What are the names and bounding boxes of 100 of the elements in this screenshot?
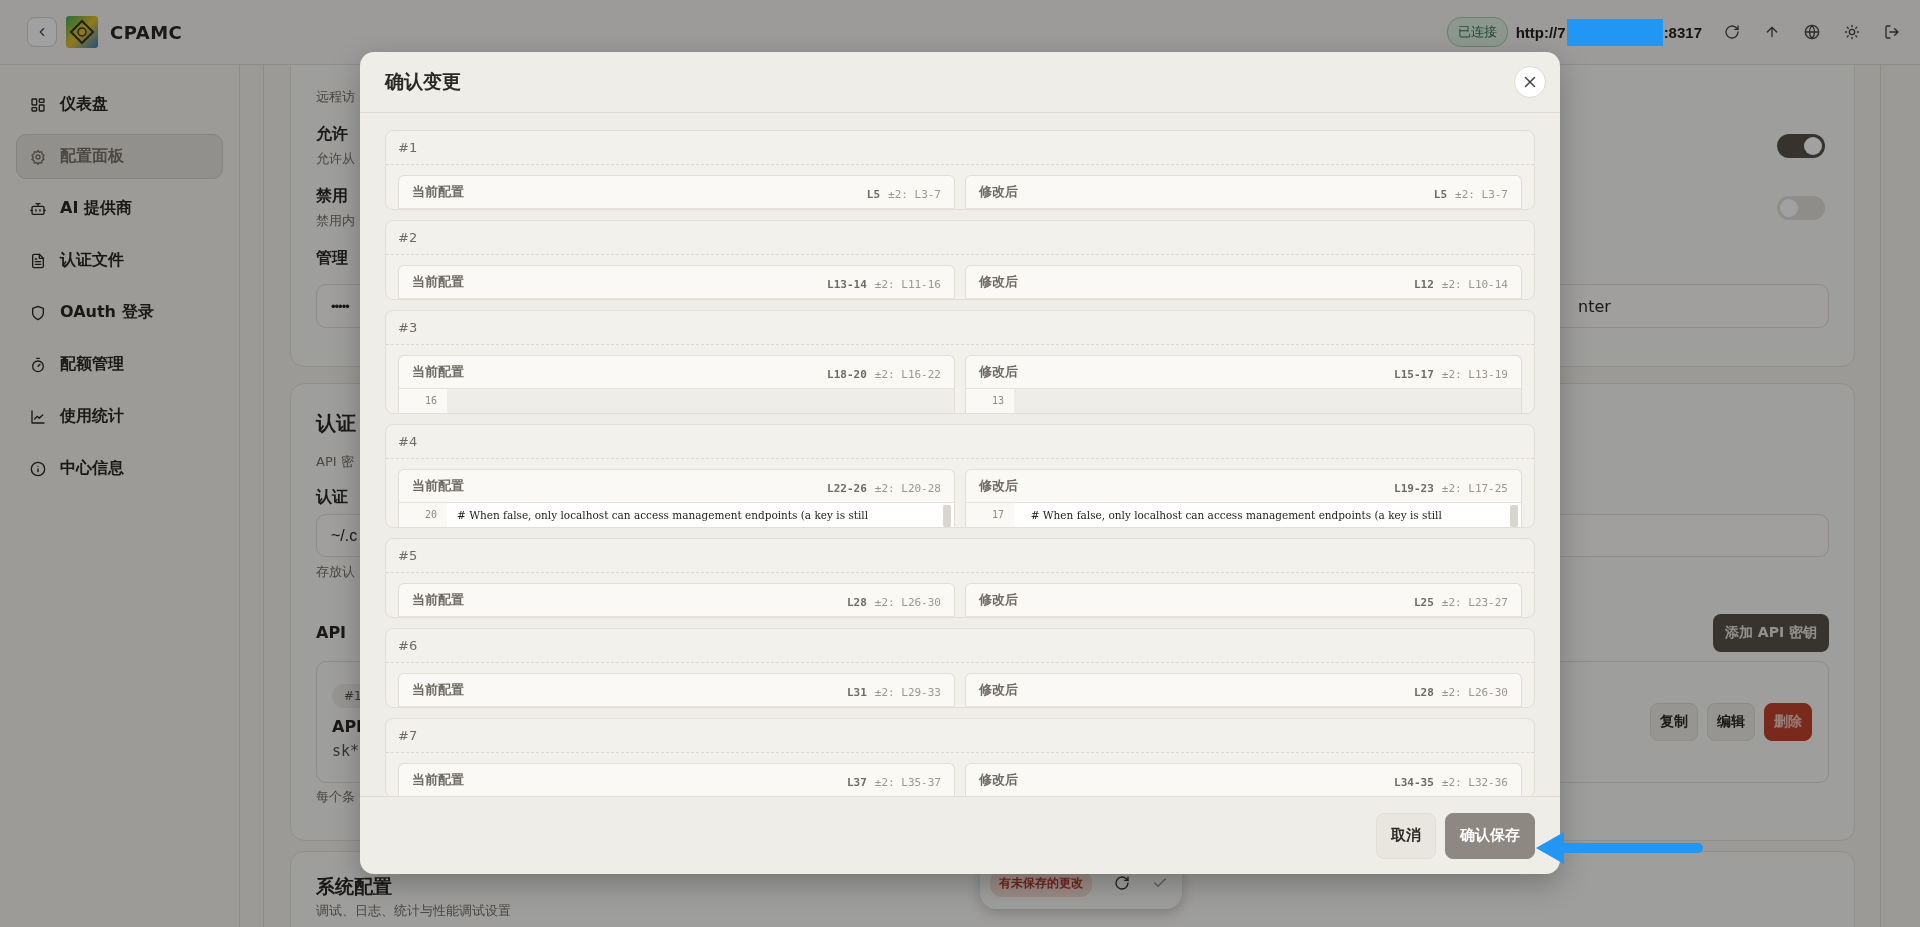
setting-description: 允许从 <box>316 150 355 168</box>
action-button[interactable]: 编辑 <box>1707 703 1755 741</box>
line-number: 13 <box>966 389 1014 413</box>
line-range: L5 <box>1433 187 1447 201</box>
card-subtitle: 远程访 <box>316 88 355 106</box>
context-range: ±2: L35-37 <box>874 775 941 789</box>
action-button[interactable]: 复制 <box>1650 703 1698 741</box>
context-range: ±2: L23-27 <box>1441 595 1508 609</box>
app-title: CPAMC <box>110 21 183 43</box>
context-range: ±2: L20-28 <box>874 481 941 495</box>
context-range: ±2: L11-16 <box>874 277 941 291</box>
pane-title: 当前配置 <box>412 681 464 699</box>
confirm-button[interactable]: 确认保存 <box>1445 812 1535 859</box>
robot-icon <box>30 200 46 217</box>
info-icon <box>30 460 46 477</box>
grid-icon <box>30 96 46 113</box>
sidebar-item[interactable]: OAuth 登录 <box>16 290 223 335</box>
field-label: 管理 <box>316 247 348 269</box>
sidebar-item[interactable]: 使用统计 <box>16 394 223 439</box>
scrollbar[interactable] <box>1510 505 1518 527</box>
line-range: L37 <box>846 775 867 789</box>
sidebar-item[interactable]: 中心信息 <box>16 446 223 491</box>
back-button[interactable] <box>27 17 57 47</box>
line-range: L5 <box>866 187 880 201</box>
stopwatch-icon <box>30 356 46 373</box>
card-title: 认证 <box>316 410 356 436</box>
pane-title: 修改后 <box>979 477 1018 495</box>
code-text: # When false, only localhost can access management endpoints (a key is still <box>1029 509 1442 521</box>
pane-title: 修改后 <box>979 681 1018 699</box>
scrollbar[interactable] <box>943 505 951 527</box>
sidebar-item[interactable]: 仪表盘 <box>16 82 223 127</box>
pane-title: 当前配置 <box>412 591 464 609</box>
arrow-up-icon <box>1764 24 1780 40</box>
section-label: API <box>316 622 347 644</box>
pane-title: 修改后 <box>979 771 1018 789</box>
hunk-label: #2 <box>398 230 418 245</box>
setting-label: 允许 <box>316 123 348 145</box>
context-range: ±2: L16-22 <box>874 367 941 381</box>
toggle-switch[interactable] <box>1777 195 1825 220</box>
pane-title: 当前配置 <box>412 183 464 201</box>
key-value: sk* <box>332 742 361 760</box>
line-range: L25 <box>1413 595 1434 609</box>
context-range: ±2: L29-33 <box>874 685 941 699</box>
line-range: L28 <box>846 595 867 609</box>
globe-icon <box>1804 24 1820 40</box>
sidebar-item[interactable]: 配额管理 <box>16 342 223 387</box>
context-range: ±2: L13-19 <box>1441 367 1508 381</box>
line-range: L22-26 <box>827 481 867 495</box>
close-button[interactable] <box>1514 66 1546 98</box>
field-hint: 存放认 <box>316 563 355 581</box>
pane-title: 当前配置 <box>412 363 464 381</box>
setting-label: 禁用 <box>316 185 348 207</box>
logo-icon <box>66 16 98 48</box>
context-range: ±2: L26-30 <box>1441 685 1508 699</box>
pane-title: 修改后 <box>979 273 1018 291</box>
line-range: L28 <box>1413 685 1434 699</box>
pane-title: 修改后 <box>979 591 1018 609</box>
footnote: 每个条 <box>316 788 355 806</box>
line-range: L31 <box>846 685 867 699</box>
hunk-label: #5 <box>398 548 418 563</box>
context-range: ±2: L17-25 <box>1441 481 1508 495</box>
pane-title: 当前配置 <box>412 477 464 495</box>
pane-title: 修改后 <box>979 183 1018 201</box>
shield-icon <box>30 304 46 321</box>
sun-icon <box>1844 24 1860 40</box>
document-icon <box>30 252 46 269</box>
logout-icon <box>1884 24 1900 40</box>
refresh-icon <box>1724 24 1740 40</box>
cancel-button[interactable]: 取消 <box>1376 812 1436 859</box>
sidebar-item[interactable]: 认证文件 <box>16 238 223 283</box>
pane-title: 修改后 <box>979 363 1018 381</box>
add-key-button[interactable]: 添加 API 密钥 <box>1712 614 1829 652</box>
hunk-label: #6 <box>398 638 418 653</box>
dialog-title: 确认变更 <box>385 69 461 94</box>
server-url: http://7 <box>1515 23 1566 41</box>
hunk-label: #7 <box>398 728 418 743</box>
context-range: ±2: L3-7 <box>888 187 941 201</box>
context-range: ±2: L3-7 <box>1455 187 1508 201</box>
pane-title: 当前配置 <box>412 273 464 291</box>
key-name: API <box>332 716 363 738</box>
toggle-switch[interactable] <box>1777 133 1825 158</box>
hunk-label: #1 <box>398 140 418 155</box>
setting-description: 禁用内 <box>316 212 355 230</box>
field-label: 认证 <box>316 486 348 508</box>
line-range: L19-23 <box>1394 481 1434 495</box>
pane-title: 当前配置 <box>412 771 464 789</box>
code-text: # When false, only localhost can access management endpoints (a key is still <box>456 509 869 521</box>
hunk-label: #3 <box>398 320 418 335</box>
line-number: 17 <box>966 503 1014 527</box>
context-range: ±2: L26-30 <box>874 595 941 609</box>
card-title: 系统配置 <box>316 876 392 896</box>
server-port: :8317 <box>1663 23 1702 41</box>
refresh-icon <box>1114 875 1130 891</box>
line-number: 16 <box>399 389 447 413</box>
line-number: 20 <box>399 503 447 527</box>
sidebar-item[interactable]: AI 提供商 <box>16 186 223 231</box>
line-range: L34-35 <box>1394 775 1434 789</box>
line-chart-icon <box>30 408 46 425</box>
status-badge: 已连接 <box>1446 17 1508 47</box>
card-subtitle: 调试、日志、统计与性能调试设置 <box>316 902 511 920</box>
